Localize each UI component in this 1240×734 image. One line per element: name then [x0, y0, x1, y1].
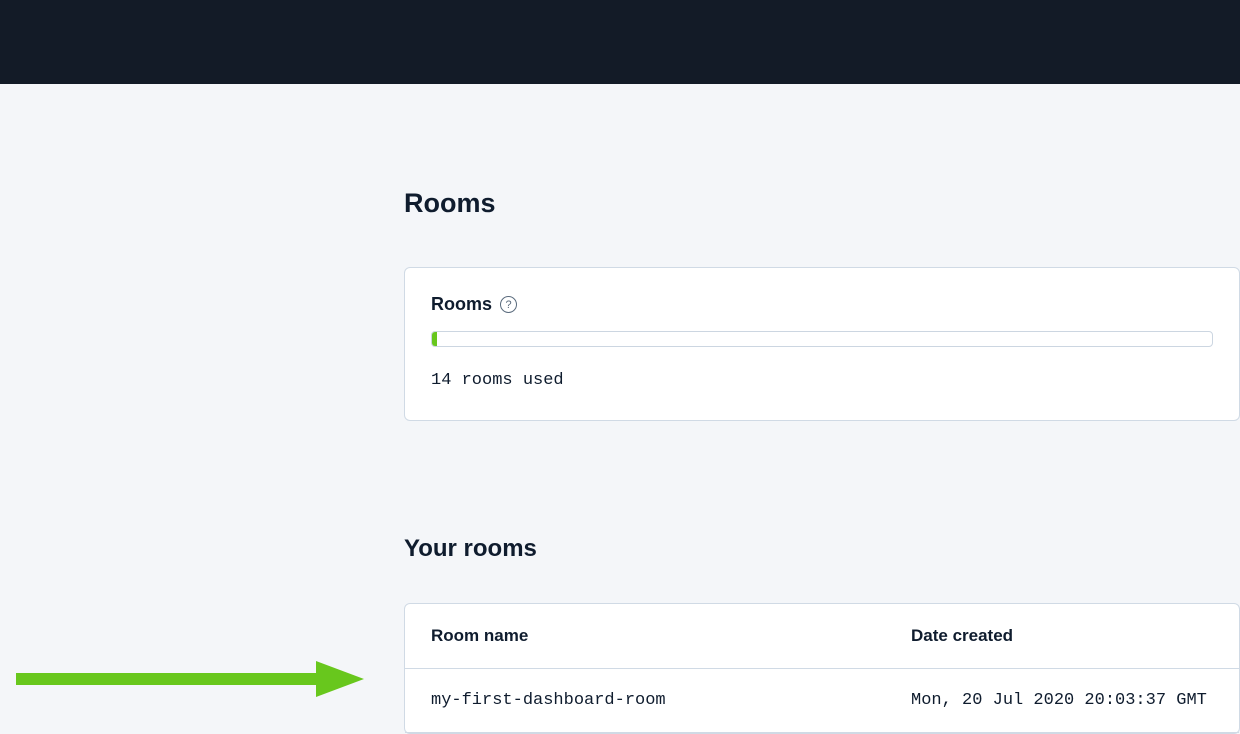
table-row[interactable]: my-first-dashboard-room Mon, 20 Jul 2020…: [405, 669, 1239, 733]
room-name-cell: my-first-dashboard-room: [431, 691, 911, 710]
rooms-status-text: 14 rooms used: [431, 371, 1213, 390]
rooms-usage-card: Rooms ? 14 rooms used: [404, 267, 1240, 421]
arrow-annotation-icon: [16, 659, 366, 704]
table-header-row: Room name Date created: [405, 604, 1239, 669]
table-header-name: Room name: [431, 626, 911, 646]
rooms-progress-bar: [431, 331, 1213, 347]
help-icon[interactable]: ?: [500, 296, 517, 313]
rooms-label: Rooms: [431, 294, 492, 315]
room-date-cell: Mon, 20 Jul 2020 20:03:37 GMT: [911, 691, 1207, 710]
rooms-section-title: Rooms: [404, 188, 1240, 219]
table-header-date: Date created: [911, 626, 1013, 646]
your-rooms-section: Your rooms Room name Date created my-fir…: [404, 535, 1240, 734]
top-bar: [0, 0, 1240, 84]
rooms-table: Room name Date created my-first-dashboar…: [404, 603, 1240, 734]
your-rooms-title: Your rooms: [404, 535, 1240, 563]
rooms-progress-fill: [432, 332, 437, 346]
main-content: Rooms Rooms ? 14 rooms used Your rooms R…: [0, 84, 1240, 734]
card-header: Rooms ?: [431, 294, 1213, 315]
